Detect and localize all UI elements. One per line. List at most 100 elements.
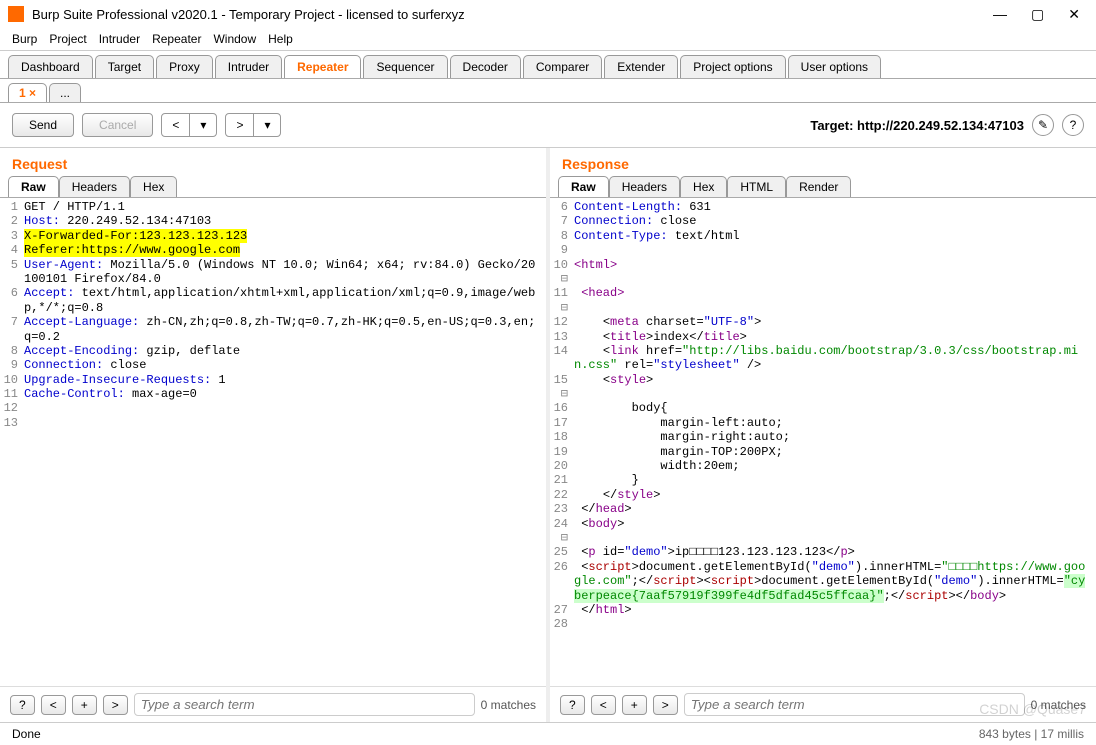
code-line[interactable]: 19 margin-TOP:200PX; [550, 445, 1096, 459]
history-back-dropdown[interactable]: ▾ [190, 114, 216, 136]
minimize-button[interactable]: — [993, 6, 1007, 23]
code-line[interactable]: 18 margin-right:auto; [550, 430, 1096, 444]
view-tab-headers[interactable]: Headers [59, 176, 130, 197]
send-button[interactable]: Send [12, 113, 74, 137]
code-line[interactable]: 5User-Agent: Mozilla/5.0 (Windows NT 10.… [0, 258, 546, 287]
code-line[interactable]: 17 margin-left:auto; [550, 416, 1096, 430]
code-line[interactable]: 13 [0, 416, 546, 430]
request-search-input[interactable] [134, 693, 475, 716]
code-line[interactable]: 4Referer:https://www.google.com [0, 243, 546, 257]
line-number: 16 [550, 401, 574, 415]
history-forward-dropdown[interactable]: ▾ [254, 114, 280, 136]
code-line[interactable]: 9 [550, 243, 1096, 257]
request-search-options[interactable]: + [72, 695, 97, 715]
code-line[interactable]: 9Connection: close [0, 358, 546, 372]
code-line[interactable]: 27 </html> [550, 603, 1096, 617]
line-number: 10 [0, 373, 24, 387]
line-number: 11 [0, 387, 24, 401]
line-number: 14 [550, 344, 574, 373]
code-line[interactable]: 22 </style> [550, 488, 1096, 502]
request-search-prev[interactable]: < [41, 695, 66, 715]
code-line[interactable]: 14 <link href="http://libs.baidu.com/boo… [550, 344, 1096, 373]
tab-comparer[interactable]: Comparer [523, 55, 602, 78]
tab-project-options[interactable]: Project options [680, 55, 785, 78]
tab-decoder[interactable]: Decoder [450, 55, 521, 78]
tab-intruder[interactable]: Intruder [215, 55, 282, 78]
view-tab-html[interactable]: HTML [727, 176, 786, 197]
menu-project[interactable]: Project [49, 32, 86, 46]
view-tab-hex[interactable]: Hex [130, 176, 177, 197]
sub-tab[interactable]: 1 × [8, 83, 47, 102]
cancel-button[interactable]: Cancel [82, 113, 153, 137]
tab-repeater[interactable]: Repeater [284, 55, 361, 78]
line-number: 23 [550, 502, 574, 516]
code-line[interactable]: 11⊟ <head> [550, 286, 1096, 315]
history-forward-button[interactable]: > [226, 114, 254, 136]
tab-proxy[interactable]: Proxy [156, 55, 213, 78]
close-button[interactable]: ✕ [1068, 6, 1080, 23]
line-number: 25 [550, 545, 574, 559]
response-search-input[interactable] [684, 693, 1025, 716]
code-line[interactable]: 6Accept: text/html,application/xhtml+xml… [0, 286, 546, 315]
request-editor[interactable]: 1GET / HTTP/1.12Host: 220.249.52.134:471… [0, 198, 546, 686]
code-line[interactable]: 25 <p id="demo">ip□□□□123.123.123.123</p… [550, 545, 1096, 559]
code-line[interactable]: 26 <script>document.getElementById("demo… [550, 560, 1096, 603]
code-line[interactable]: 2Host: 220.249.52.134:47103 [0, 214, 546, 228]
line-number: 12 [0, 401, 24, 415]
code-line[interactable]: 23 </head> [550, 502, 1096, 516]
menu-help[interactable]: Help [268, 32, 293, 46]
code-line[interactable]: 12 [0, 401, 546, 415]
code-line[interactable]: 7Connection: close [550, 214, 1096, 228]
response-search-prev[interactable]: < [591, 695, 616, 715]
code-line[interactable]: 12 <meta charset="UTF-8"> [550, 315, 1096, 329]
request-help-icon[interactable]: ? [10, 695, 35, 715]
help-button[interactable]: ? [1062, 114, 1084, 136]
sub-tab[interactable]: ... [49, 83, 81, 102]
app-icon [8, 6, 24, 22]
tab-dashboard[interactable]: Dashboard [8, 55, 93, 78]
view-tab-raw[interactable]: Raw [8, 176, 59, 197]
code-line[interactable]: 8Content-Type: text/html [550, 229, 1096, 243]
menu-repeater[interactable]: Repeater [152, 32, 201, 46]
line-number: 20 [550, 459, 574, 473]
code-line[interactable]: 16 body{ [550, 401, 1096, 415]
code-line[interactable]: 6Content-Length: 631 [550, 200, 1096, 214]
view-tab-hex[interactable]: Hex [680, 176, 727, 197]
code-line[interactable]: 7Accept-Language: zh-CN,zh;q=0.8,zh-TW;q… [0, 315, 546, 344]
menu-intruder[interactable]: Intruder [99, 32, 140, 46]
request-search-bar: ? < + > 0 matches [0, 686, 546, 722]
tab-user-options[interactable]: User options [788, 55, 881, 78]
tab-target[interactable]: Target [95, 55, 154, 78]
response-editor[interactable]: 6Content-Length: 6317Connection: close8C… [550, 198, 1096, 686]
code-line[interactable]: 20 width:20em; [550, 459, 1096, 473]
tab-extender[interactable]: Extender [604, 55, 678, 78]
code-line[interactable]: 24⊟ <body> [550, 517, 1096, 546]
code-line[interactable]: 11Cache-Control: max-age=0 [0, 387, 546, 401]
code-line[interactable]: 8Accept-Encoding: gzip, deflate [0, 344, 546, 358]
response-search-options[interactable]: + [622, 695, 647, 715]
response-search-next[interactable]: > [653, 695, 678, 715]
code-line[interactable]: 1GET / HTTP/1.1 [0, 200, 546, 214]
menu-window[interactable]: Window [213, 32, 256, 46]
view-tab-render[interactable]: Render [786, 176, 851, 197]
code-line[interactable]: 21 } [550, 473, 1096, 487]
line-number: 2 [0, 214, 24, 228]
maximize-button[interactable]: ▢ [1031, 6, 1044, 23]
line-number: 6 [550, 200, 574, 214]
view-tab-headers[interactable]: Headers [609, 176, 680, 197]
code-line[interactable]: 10Upgrade-Insecure-Requests: 1 [0, 373, 546, 387]
request-search-next[interactable]: > [103, 695, 128, 715]
code-line[interactable]: 15⊟ <style> [550, 373, 1096, 402]
history-back-button[interactable]: < [162, 114, 190, 136]
line-number: 8 [550, 229, 574, 243]
code-line[interactable]: 3X-Forwarded-For:123.123.123.123 [0, 229, 546, 243]
code-line[interactable]: 10⊟<html> [550, 258, 1096, 287]
code-line[interactable]: 13 <title>index</title> [550, 330, 1096, 344]
code-line[interactable]: 28 [550, 617, 1096, 631]
response-help-icon[interactable]: ? [560, 695, 585, 715]
line-number: 9 [550, 243, 574, 257]
menu-burp[interactable]: Burp [12, 32, 37, 46]
view-tab-raw[interactable]: Raw [558, 176, 609, 197]
edit-target-button[interactable]: ✎ [1032, 114, 1054, 136]
tab-sequencer[interactable]: Sequencer [363, 55, 447, 78]
